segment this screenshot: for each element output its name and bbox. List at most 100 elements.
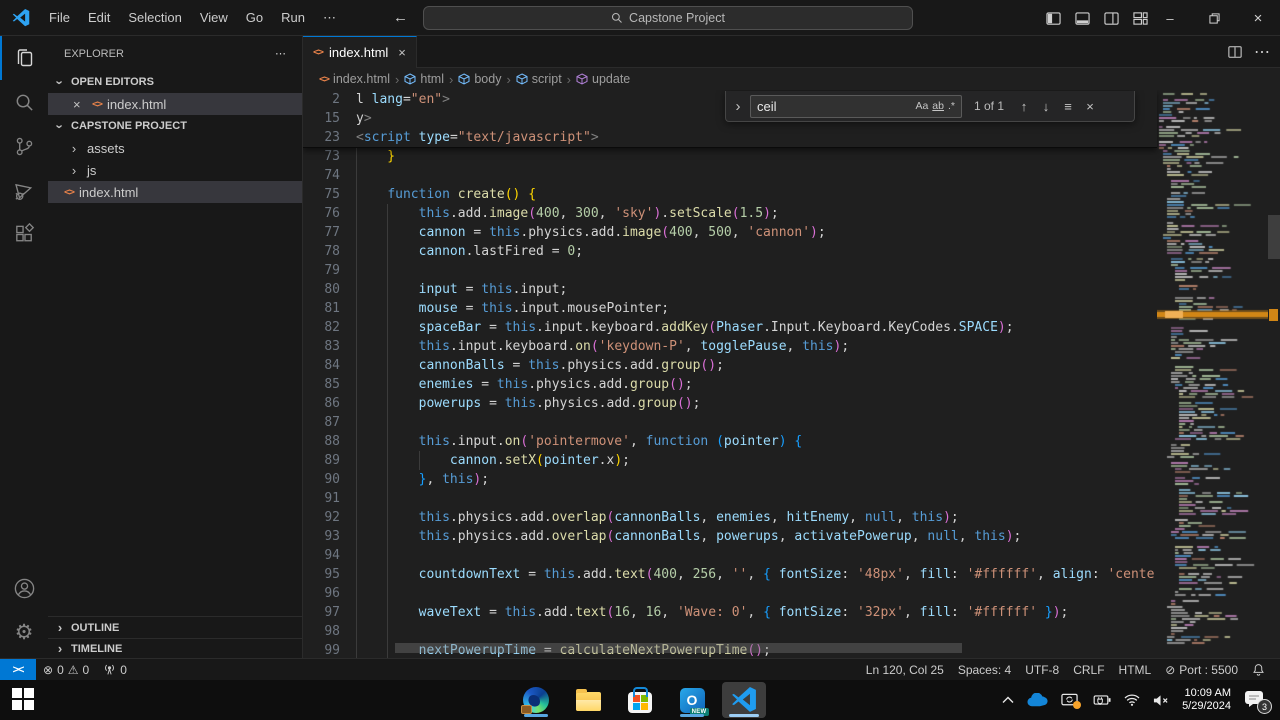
taskbar-vscode[interactable]	[722, 682, 766, 718]
code-line[interactable]: 94	[303, 546, 1157, 565]
ports-status[interactable]: 0	[96, 663, 134, 677]
find-in-selection-icon[interactable]: ≡	[1060, 99, 1076, 114]
notifications-bell[interactable]	[1245, 663, 1272, 676]
nav-back-icon[interactable]: ←	[393, 9, 408, 26]
toggle-sidebar-icon[interactable]	[1046, 11, 1061, 26]
menu-selection[interactable]: Selection	[119, 6, 190, 30]
minimap[interactable]	[1157, 90, 1268, 658]
update-tray-icon[interactable]	[1061, 693, 1078, 707]
remote-indicator[interactable]: ><	[0, 659, 36, 681]
run-debug-icon[interactable]	[0, 168, 48, 212]
regex-icon[interactable]: .*	[946, 99, 957, 113]
start-button-icon[interactable]	[12, 688, 36, 712]
folder-item-js[interactable]: › js	[48, 159, 302, 181]
close-find-icon[interactable]: ×	[1082, 99, 1098, 114]
close-button[interactable]: ×	[1236, 0, 1280, 36]
outline-section[interactable]: › OUTLINE	[48, 616, 302, 638]
folder-item-assets[interactable]: › assets	[48, 137, 302, 159]
tab-index-html[interactable]: <> index.html ×	[303, 36, 417, 68]
onedrive-icon[interactable]	[1027, 693, 1048, 707]
code-line[interactable]: 97 waveText = this.add.text(16, 16, 'Wav…	[303, 603, 1157, 622]
encoding-status[interactable]: UTF-8	[1018, 663, 1066, 677]
menu-run[interactable]: Run	[272, 6, 314, 30]
menu-file[interactable]: File	[40, 6, 79, 30]
code-line[interactable]: 96	[303, 584, 1157, 603]
code-line[interactable]: 87	[303, 413, 1157, 432]
code-line[interactable]: 85 enemies = this.physics.add.group();	[303, 375, 1157, 394]
code-line[interactable]: 98	[303, 622, 1157, 641]
code-lines[interactable]: 73 }7475 function create() {76 this.add.…	[303, 147, 1157, 658]
menu-go[interactable]: Go	[237, 6, 272, 30]
code-line[interactable]: 84 cannonBalls = this.physics.add.group(…	[303, 356, 1157, 375]
code-line[interactable]: 81 mouse = this.input.mousePointer;	[303, 299, 1157, 318]
code-line[interactable]: 83 this.input.keyboard.on('keydown-P', t…	[303, 337, 1157, 356]
language-mode[interactable]: HTML	[1112, 663, 1159, 677]
code-line[interactable]: 80 input = this.input;	[303, 280, 1157, 299]
tray-chevron-up-icon[interactable]	[1002, 696, 1014, 704]
extensions-icon[interactable]	[0, 212, 48, 256]
code-line[interactable]: 92 this.physics.add.overlap(cannonBalls,…	[303, 508, 1157, 527]
restore-button[interactable]	[1192, 0, 1236, 36]
menu-more-icon[interactable]: ⋯	[314, 6, 345, 30]
code-line[interactable]: 90 }, this);	[303, 470, 1157, 489]
open-editors-header[interactable]: › OPEN EDITORS	[48, 71, 302, 93]
explorer-more-icon[interactable]: ⋯	[275, 47, 286, 60]
code-line[interactable]: 93 this.physics.add.overlap(cannonBalls,…	[303, 527, 1157, 546]
file-item-index-html[interactable]: <> index.html	[48, 181, 302, 203]
horizontal-scrollbar-thumb[interactable]	[395, 643, 962, 653]
code-line[interactable]: 82 spaceBar = this.input.keyboard.addKey…	[303, 318, 1157, 337]
notification-center[interactable]: 3	[1244, 690, 1266, 710]
taskbar-store[interactable]	[618, 682, 662, 718]
clock[interactable]: 10:09 AM 5/29/2024	[1182, 687, 1231, 713]
project-header[interactable]: › CAPSTONE PROJECT	[48, 115, 302, 137]
code-line[interactable]: 77 cannon = this.physics.add.image(400, …	[303, 223, 1157, 242]
minimize-button[interactable]: –	[1148, 0, 1192, 36]
find-previous-icon[interactable]: ↑	[1016, 99, 1032, 114]
editor-more-icon[interactable]: ⋯	[1254, 42, 1270, 62]
breadcrumb-body[interactable]: body	[458, 72, 501, 86]
find-input[interactable]	[757, 99, 913, 114]
code-line[interactable]: 75 function create() {	[303, 185, 1157, 204]
code-line[interactable]: 88 this.input.on('pointermove', function…	[303, 432, 1157, 451]
code-line[interactable]: 78 cannon.lastFired = 0;	[303, 242, 1157, 261]
toggle-replace-icon[interactable]: ›	[732, 98, 744, 115]
menu-edit[interactable]: Edit	[79, 6, 119, 30]
account-icon[interactable]	[0, 566, 48, 610]
breadcrumb-update[interactable]: update	[576, 72, 630, 86]
breadcrumb-html[interactable]: html	[404, 72, 444, 86]
menu-view[interactable]: View	[191, 6, 237, 30]
taskbar-edge[interactable]	[514, 682, 558, 718]
problems-status[interactable]: ⊗0 ⚠0	[36, 663, 96, 677]
taskbar-file-explorer[interactable]	[566, 682, 610, 718]
whole-word-icon[interactable]: ab	[930, 99, 946, 113]
indentation-status[interactable]: Spaces: 4	[951, 663, 1018, 677]
close-editor-icon[interactable]: ×	[73, 97, 87, 112]
overview-ruler[interactable]	[1268, 90, 1280, 658]
breadcrumb-script[interactable]: script	[516, 72, 562, 86]
code-line[interactable]: 73 }	[303, 147, 1157, 166]
breadcrumb-file[interactable]: <> index.html	[319, 72, 390, 86]
timeline-section[interactable]: › TIMELINE	[48, 638, 302, 658]
code-editor[interactable]: 73 }7475 function create() {76 this.add.…	[303, 90, 1280, 658]
vertical-scrollbar-thumb[interactable]	[1268, 215, 1280, 259]
customize-layout-icon[interactable]	[1133, 11, 1148, 26]
battery-icon[interactable]	[1091, 694, 1111, 706]
wifi-icon[interactable]	[1124, 694, 1140, 706]
search-sidebar-icon[interactable]	[0, 80, 48, 124]
code-line[interactable]: 91	[303, 489, 1157, 508]
cursor-position[interactable]: Ln 120, Col 25	[859, 663, 951, 677]
split-editor-icon[interactable]	[1228, 45, 1242, 59]
code-line[interactable]: 76 this.add.image(400, 300, 'sky').setSc…	[303, 204, 1157, 223]
code-line[interactable]: 95 countdownText = this.add.text(400, 25…	[303, 565, 1157, 584]
tab-close-icon[interactable]: ×	[398, 45, 406, 60]
command-center[interactable]: Capstone Project	[423, 6, 913, 30]
code-line[interactable]: 89 cannon.setX(pointer.x);	[303, 451, 1157, 470]
taskbar-outlook[interactable]: O NEW	[670, 682, 714, 718]
toggle-panel-icon[interactable]	[1075, 11, 1090, 26]
code-line[interactable]: 23<script type="text/javascript">	[303, 128, 1157, 147]
code-line[interactable]: 79	[303, 261, 1157, 280]
find-next-icon[interactable]: ↓	[1038, 99, 1054, 114]
code-line[interactable]: 74	[303, 166, 1157, 185]
settings-gear-icon[interactable]: ⚙	[0, 610, 48, 654]
live-server-port[interactable]: ⊘Port : 5500	[1158, 663, 1245, 677]
